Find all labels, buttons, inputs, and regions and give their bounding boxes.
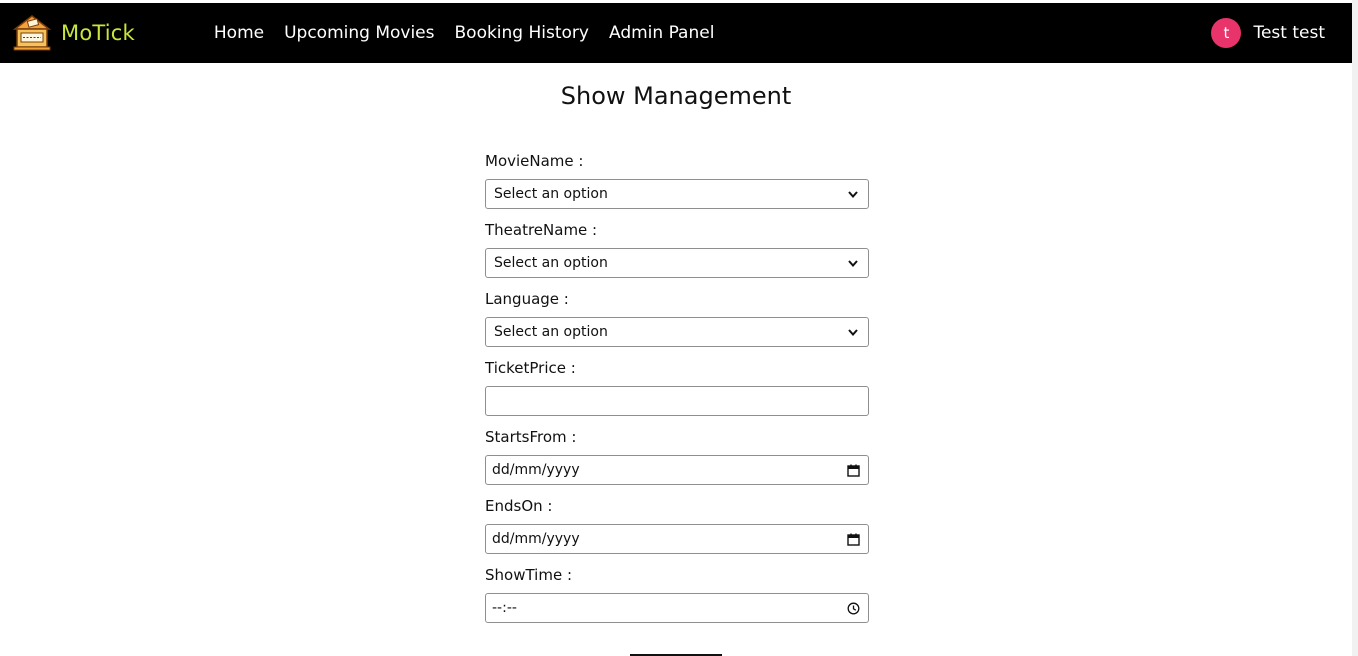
nav-link-upcoming-movies[interactable]: Upcoming Movies (284, 23, 434, 43)
show-time-label: ShowTime : (485, 566, 573, 584)
movie-name-label: MovieName : (485, 152, 584, 170)
chevron-down-icon (846, 187, 860, 201)
nav-link-admin-panel[interactable]: Admin Panel (609, 23, 714, 43)
nav-links: Home Upcoming Movies Booking History Adm… (214, 23, 735, 43)
ticket-house-logo-icon (12, 15, 52, 51)
brand[interactable]: MoTick (12, 13, 135, 53)
starts-from-value: dd/mm/yyyy (492, 462, 580, 478)
chevron-down-icon (846, 325, 860, 339)
calendar-icon[interactable] (846, 532, 860, 546)
theatre-name-selected-value: Select an option (494, 255, 608, 271)
user-menu[interactable]: t Test test (1211, 3, 1325, 63)
movie-name-selected-value: Select an option (494, 186, 608, 202)
brand-name: MoTick (61, 21, 135, 45)
show-management-form: MovieName : Select an option TheatreName… (485, 150, 869, 633)
ends-on-date-input[interactable]: dd/mm/yyyy (485, 524, 869, 554)
language-label: Language : (485, 290, 569, 308)
theatre-name-label: TheatreName : (485, 221, 598, 239)
user-name[interactable]: Test test (1253, 23, 1325, 43)
avatar[interactable]: t (1211, 18, 1242, 48)
navbar: MoTick Home Upcoming Movies Booking Hist… (0, 3, 1352, 63)
ends-on-label: EndsOn : (485, 497, 553, 515)
nav-link-home[interactable]: Home (214, 23, 264, 43)
ticket-price-input[interactable] (485, 386, 869, 416)
page-scrollbar[interactable] (1352, 0, 1358, 656)
chevron-down-icon (846, 256, 860, 270)
ticket-price-label: TicketPrice : (485, 359, 576, 377)
clock-icon[interactable] (846, 601, 860, 615)
starts-from-label: StartsFrom : (485, 428, 577, 446)
ends-on-value: dd/mm/yyyy (492, 531, 580, 547)
language-select[interactable]: Select an option (485, 317, 869, 347)
nav-link-booking-history[interactable]: Booking History (455, 23, 589, 43)
page-title: Show Management (560, 82, 792, 110)
theatre-name-select[interactable]: Select an option (485, 248, 869, 278)
language-selected-value: Select an option (494, 324, 608, 340)
calendar-icon[interactable] (846, 463, 860, 477)
show-time-input[interactable]: --:-- (485, 593, 869, 623)
starts-from-date-input[interactable]: dd/mm/yyyy (485, 455, 869, 485)
movie-name-select[interactable]: Select an option (485, 179, 869, 209)
show-time-value: --:-- (492, 600, 517, 616)
